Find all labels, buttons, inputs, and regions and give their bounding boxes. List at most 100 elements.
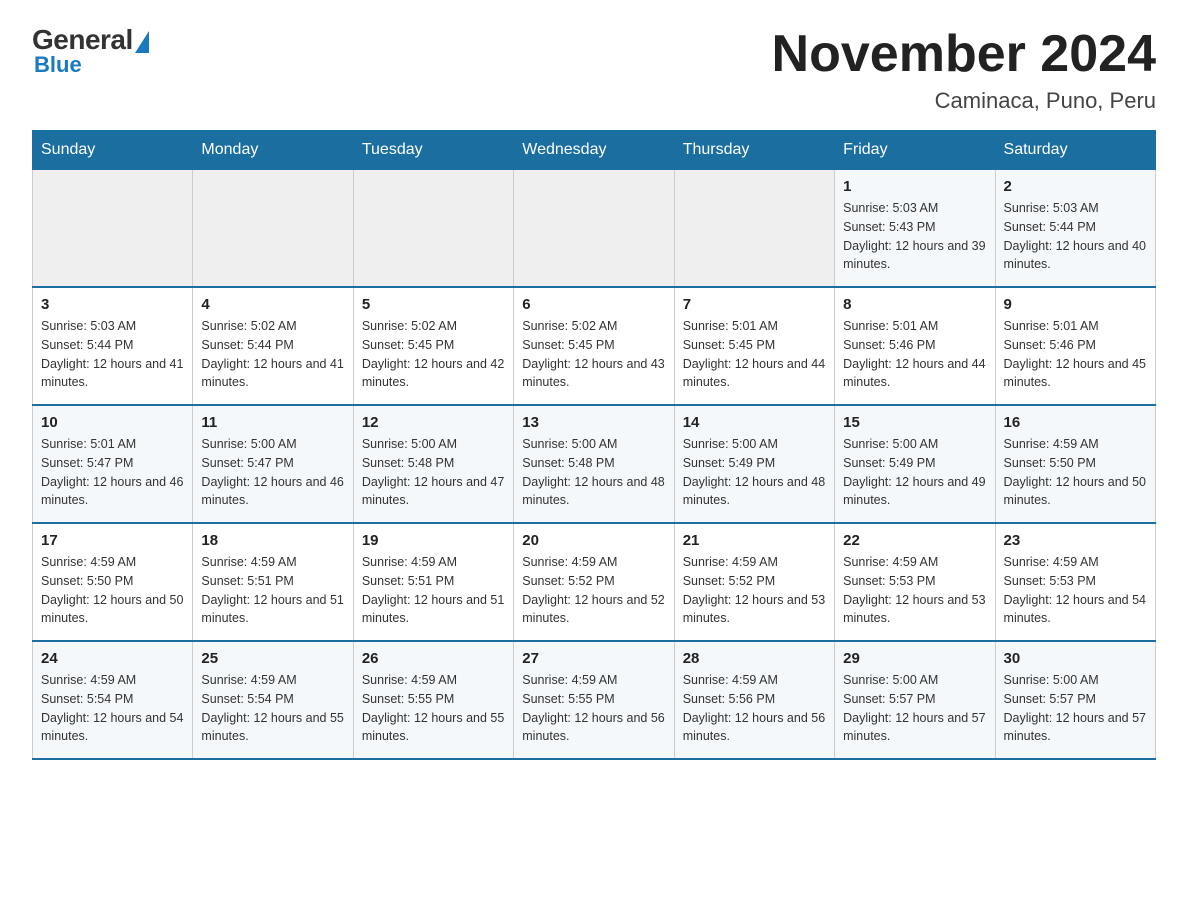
page-header: General Blue November 2024 Caminaca, Pun… [32, 24, 1156, 114]
day-number: 13 [522, 414, 665, 431]
weekday-header-friday: Friday [835, 131, 995, 170]
day-info: Sunrise: 5:03 AMSunset: 5:43 PMDaylight:… [843, 199, 986, 274]
day-info: Sunrise: 5:00 AMSunset: 5:47 PMDaylight:… [201, 435, 344, 510]
day-cell: 25Sunrise: 4:59 AMSunset: 5:54 PMDayligh… [193, 641, 353, 759]
day-info: Sunrise: 5:03 AMSunset: 5:44 PMDaylight:… [1004, 199, 1147, 274]
day-number: 4 [201, 296, 344, 313]
day-info: Sunrise: 5:01 AMSunset: 5:45 PMDaylight:… [683, 317, 826, 392]
day-info: Sunrise: 4:59 AMSunset: 5:50 PMDaylight:… [1004, 435, 1147, 510]
day-info: Sunrise: 5:02 AMSunset: 5:45 PMDaylight:… [362, 317, 505, 392]
day-info: Sunrise: 4:59 AMSunset: 5:52 PMDaylight:… [683, 553, 826, 628]
day-info: Sunrise: 4:59 AMSunset: 5:54 PMDaylight:… [41, 671, 184, 746]
day-cell [674, 170, 834, 288]
day-number: 11 [201, 414, 344, 431]
day-cell: 1 Sunrise: 5:03 AMSunset: 5:43 PMDaylight… [835, 170, 995, 288]
day-cell: 23 Sunrise: 4:59 AMSunset: 5:53 PMDayligh… [995, 523, 1155, 641]
day-number: 1 [843, 178, 986, 195]
calendar-table: SundayMondayTuesdayWednesdayThursdayFrid… [32, 130, 1156, 760]
day-info: Sunrise: 4:59 AMSunset: 5:53 PMDaylight:… [1004, 553, 1147, 628]
day-number: 15 [843, 414, 986, 431]
day-cell: 16 Sunrise: 4:59 AMSunset: 5:50 PMDayligh… [995, 405, 1155, 523]
day-cell: 30 Sunrise: 5:00 AMSunset: 5:57 PMDayligh… [995, 641, 1155, 759]
day-number: 3 [41, 296, 184, 313]
day-number: 9 [1004, 296, 1147, 313]
day-cell: 19 Sunrise: 4:59 AMSunset: 5:51 PMDayligh… [353, 523, 513, 641]
day-number: 22 [843, 532, 986, 549]
day-number: 5 [362, 296, 505, 313]
day-info: Sunrise: 5:01 AMSunset: 5:46 PMDaylight:… [843, 317, 986, 392]
day-number: 14 [683, 414, 826, 431]
day-cell: 26Sunrise: 4:59 AMSunset: 5:55 PMDayligh… [353, 641, 513, 759]
day-number: 19 [362, 532, 505, 549]
day-info: Sunrise: 4:59 AMSunset: 5:53 PMDaylight:… [843, 553, 986, 628]
day-info: Sunrise: 5:02 AMSunset: 5:44 PMDaylight:… [201, 317, 344, 392]
day-number: 6 [522, 296, 665, 313]
day-cell: 21Sunrise: 4:59 AMSunset: 5:52 PMDayligh… [674, 523, 834, 641]
day-info: Sunrise: 5:00 AMSunset: 5:48 PMDaylight:… [522, 435, 665, 510]
day-number: 18 [201, 532, 344, 549]
day-cell: 18 Sunrise: 4:59 AMSunset: 5:51 PMDayligh… [193, 523, 353, 641]
day-info: Sunrise: 5:00 AMSunset: 5:57 PMDaylight:… [1004, 671, 1147, 746]
day-cell: 13 Sunrise: 5:00 AMSunset: 5:48 PMDayligh… [514, 405, 674, 523]
logo-triangle-icon [135, 31, 149, 53]
weekday-header-wednesday: Wednesday [514, 131, 674, 170]
day-cell: 8 Sunrise: 5:01 AMSunset: 5:46 PMDaylight… [835, 287, 995, 405]
day-number: 2 [1004, 178, 1147, 195]
weekday-header-tuesday: Tuesday [353, 131, 513, 170]
weekday-header-row: SundayMondayTuesdayWednesdayThursdayFrid… [33, 131, 1156, 170]
week-row-4: 17Sunrise: 4:59 AMSunset: 5:50 PMDayligh… [33, 523, 1156, 641]
day-cell: 7 Sunrise: 5:01 AMSunset: 5:45 PMDaylight… [674, 287, 834, 405]
day-info: Sunrise: 4:59 AMSunset: 5:51 PMDaylight:… [362, 553, 505, 628]
day-info: Sunrise: 5:01 AMSunset: 5:46 PMDaylight:… [1004, 317, 1147, 392]
day-cell: 2 Sunrise: 5:03 AMSunset: 5:44 PMDaylight… [995, 170, 1155, 288]
day-info: Sunrise: 4:59 AMSunset: 5:56 PMDaylight:… [683, 671, 826, 746]
day-cell: 24 Sunrise: 4:59 AMSunset: 5:54 PMDayligh… [33, 641, 193, 759]
day-cell: 9 Sunrise: 5:01 AMSunset: 5:46 PMDaylight… [995, 287, 1155, 405]
logo-blue-text: Blue [34, 52, 82, 78]
day-cell: 4 Sunrise: 5:02 AMSunset: 5:44 PMDaylight… [193, 287, 353, 405]
day-cell: 17Sunrise: 4:59 AMSunset: 5:50 PMDayligh… [33, 523, 193, 641]
day-number: 10 [41, 414, 184, 431]
day-info: Sunrise: 5:02 AMSunset: 5:45 PMDaylight:… [522, 317, 665, 392]
day-number: 30 [1004, 650, 1147, 667]
day-cell: 28 Sunrise: 4:59 AMSunset: 5:56 PMDayligh… [674, 641, 834, 759]
weekday-header-sunday: Sunday [33, 131, 193, 170]
day-number: 7 [683, 296, 826, 313]
day-cell: 27 Sunrise: 4:59 AMSunset: 5:55 PMDayligh… [514, 641, 674, 759]
weekday-header-monday: Monday [193, 131, 353, 170]
week-row-2: 3Sunrise: 5:03 AMSunset: 5:44 PMDaylight… [33, 287, 1156, 405]
day-number: 28 [683, 650, 826, 667]
weekday-header-saturday: Saturday [995, 131, 1155, 170]
day-number: 12 [362, 414, 505, 431]
day-cell: 6 Sunrise: 5:02 AMSunset: 5:45 PMDaylight… [514, 287, 674, 405]
calendar-subtitle: Caminaca, Puno, Peru [772, 88, 1156, 114]
day-cell [33, 170, 193, 288]
day-info: Sunrise: 4:59 AMSunset: 5:51 PMDaylight:… [201, 553, 344, 628]
day-cell: 5 Sunrise: 5:02 AMSunset: 5:45 PMDaylight… [353, 287, 513, 405]
day-cell [353, 170, 513, 288]
day-cell: 15Sunrise: 5:00 AMSunset: 5:49 PMDayligh… [835, 405, 995, 523]
day-number: 29 [843, 650, 986, 667]
weekday-header-thursday: Thursday [674, 131, 834, 170]
day-info: Sunrise: 4:59 AMSunset: 5:55 PMDaylight:… [522, 671, 665, 746]
day-cell [193, 170, 353, 288]
day-cell: 20 Sunrise: 4:59 AMSunset: 5:52 PMDayligh… [514, 523, 674, 641]
day-number: 26 [362, 650, 505, 667]
day-cell: 14Sunrise: 5:00 AMSunset: 5:49 PMDayligh… [674, 405, 834, 523]
day-number: 24 [41, 650, 184, 667]
logo: General Blue [32, 24, 149, 78]
day-number: 23 [1004, 532, 1147, 549]
day-cell: 12 Sunrise: 5:00 AMSunset: 5:48 PMDayligh… [353, 405, 513, 523]
day-cell: 10 Sunrise: 5:01 AMSunset: 5:47 PMDayligh… [33, 405, 193, 523]
day-number: 20 [522, 532, 665, 549]
day-info: Sunrise: 5:01 AMSunset: 5:47 PMDaylight:… [41, 435, 184, 510]
day-cell: 3Sunrise: 5:03 AMSunset: 5:44 PMDaylight… [33, 287, 193, 405]
calendar-title: November 2024 [772, 24, 1156, 84]
week-row-1: 1 Sunrise: 5:03 AMSunset: 5:43 PMDaylight… [33, 170, 1156, 288]
day-info: Sunrise: 5:00 AMSunset: 5:48 PMDaylight:… [362, 435, 505, 510]
day-cell: 11 Sunrise: 5:00 AMSunset: 5:47 PMDayligh… [193, 405, 353, 523]
day-info: Sunrise: 4:59 AMSunset: 5:52 PMDaylight:… [522, 553, 665, 628]
day-number: 27 [522, 650, 665, 667]
day-number: 8 [843, 296, 986, 313]
day-number: 16 [1004, 414, 1147, 431]
